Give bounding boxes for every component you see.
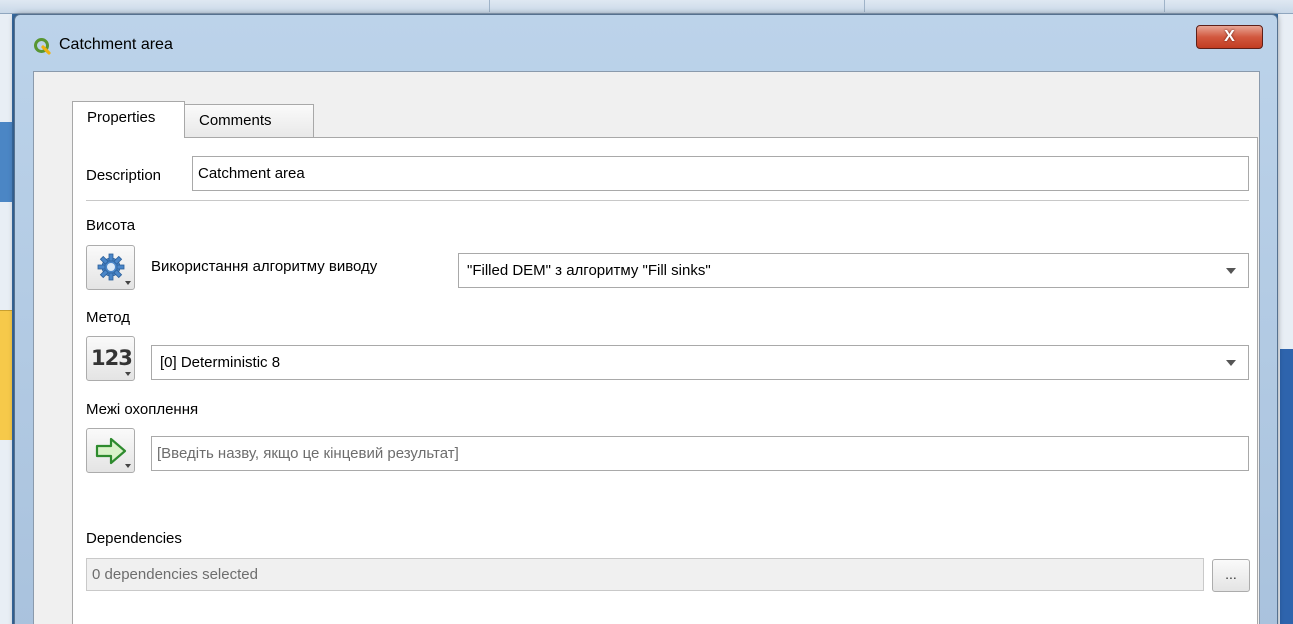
tab-label: Comments: [199, 112, 272, 129]
gear-icon: [97, 253, 125, 281]
background-toolbar: [0, 0, 1293, 14]
background-tab: [230, 0, 490, 12]
tab-properties[interactable]: Properties: [72, 101, 185, 138]
height-section-label: Висота: [86, 217, 136, 234]
dependencies-label: Dependencies: [86, 530, 182, 547]
background-panel-block: [0, 122, 12, 202]
background-right-panel: [1278, 14, 1293, 624]
window-title: Catchment area: [59, 36, 173, 53]
catchment-area-dialog: Catchment area X Properties Comments Des…: [14, 14, 1278, 624]
method-select[interactable]: [0] Deterministic 8: [151, 345, 1249, 380]
catchment-bounds-section-label: Межі охоплення: [86, 401, 199, 418]
background-scrollbar: [1280, 349, 1293, 624]
output-name-input[interactable]: [Введіть назву, якщо це кінцевий результ…: [151, 436, 1249, 471]
chevron-down-icon: [1226, 360, 1236, 366]
properties-panel: Description Catchment area Висота Викори…: [72, 137, 1258, 624]
close-icon: X: [1224, 28, 1235, 45]
background-tab: [865, 0, 1165, 12]
height-select-value: "Filled DEM" з алгоритму "Fill sinks": [467, 262, 711, 279]
browse-dependencies-button[interactable]: ...: [1212, 559, 1250, 592]
divider: [86, 200, 1249, 201]
number-123-icon: 123: [91, 346, 133, 370]
chevron-down-icon: [1226, 268, 1236, 274]
output-type-button[interactable]: [86, 428, 135, 473]
method-value-type-button[interactable]: 123: [86, 336, 135, 381]
close-button[interactable]: X: [1196, 25, 1263, 49]
background-warning-strip: [0, 310, 12, 440]
description-label: Description: [86, 167, 162, 184]
dialog-body: Properties Comments Description Catchmen…: [33, 71, 1260, 624]
chevron-down-icon: [125, 464, 131, 468]
algorithm-source-label: Використання алгоритму виводу: [151, 258, 378, 275]
algorithm-source-button[interactable]: [86, 245, 135, 290]
height-select[interactable]: "Filled DEM" з алгоритму "Fill sinks": [458, 253, 1249, 288]
chevron-down-icon: [125, 281, 131, 285]
background-left-panel: [0, 14, 12, 624]
qgis-logo-icon: [34, 38, 51, 55]
method-select-value: [0] Deterministic 8: [160, 354, 281, 371]
title-bar[interactable]: Catchment area X: [15, 15, 1277, 63]
background-tab: [490, 0, 865, 12]
description-input[interactable]: Catchment area: [192, 156, 1249, 191]
tab-comments[interactable]: Comments: [184, 104, 314, 138]
dependencies-field: 0 dependencies selected: [86, 558, 1204, 591]
tab-label: Properties: [87, 109, 156, 126]
output-name-placeholder: [Введіть назву, якщо це кінцевий результ…: [157, 445, 459, 462]
chevron-down-icon: [125, 372, 131, 376]
method-section-label: Метод: [86, 309, 130, 326]
green-arrow-icon: [95, 437, 127, 465]
